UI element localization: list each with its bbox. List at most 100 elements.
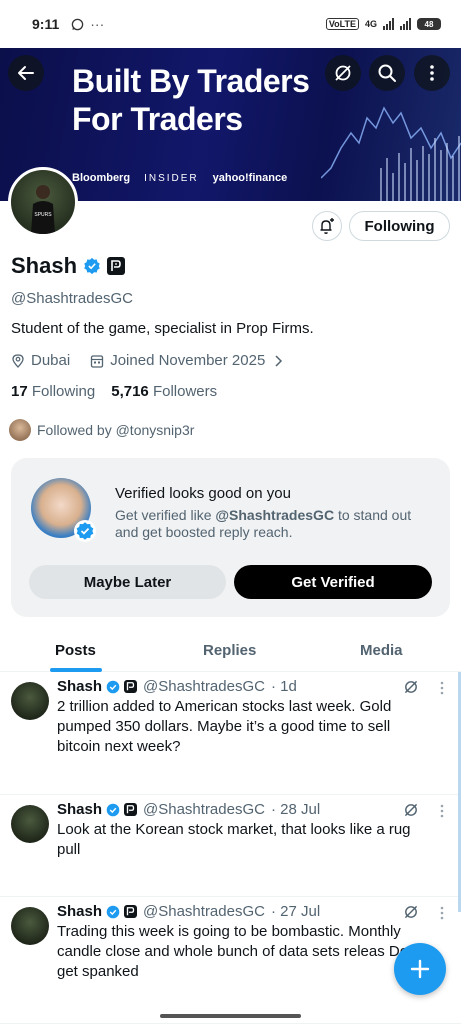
post-header: Shash @ShashtradesGC · 27 Jul <box>57 903 320 920</box>
compose-plus-icon <box>410 959 430 979</box>
compose-button[interactable] <box>394 943 446 995</box>
promo-body-prefix: Get verified like <box>115 507 216 523</box>
maybe-later-button[interactable]: Maybe Later <box>29 565 226 599</box>
followed-by-row[interactable]: Followed by @tonysnip3r <box>9 419 194 441</box>
battery-icon: 48 <box>417 18 441 30</box>
followers-count: 5,716 <box>111 383 149 400</box>
back-arrow-icon <box>18 66 34 80</box>
affiliate-badge-icon <box>124 680 138 693</box>
more-vertical-icon <box>430 65 434 81</box>
tab-replies[interactable]: Replies <box>203 642 256 659</box>
verified-badge-icon <box>106 803 120 816</box>
followed-by-text: Followed by @tonysnip3r <box>37 422 195 438</box>
grok-icon[interactable] <box>403 679 419 695</box>
post-author-name[interactable]: Shash <box>57 678 102 695</box>
banner-logos: Bloomberg INSIDER yahoo!finance <box>72 172 287 184</box>
post-avatar[interactable] <box>11 682 49 720</box>
post-author-handle: @ShashtradesGC <box>143 903 265 920</box>
promo-body-handle: @ShashtradesGC <box>215 507 335 523</box>
calendar-icon <box>91 354 104 368</box>
more-vertical-icon[interactable] <box>440 804 444 818</box>
profile-bio: Student of the game, specialist in Prop … <box>11 320 314 337</box>
banner-headline-line1: Built By Traders <box>72 63 310 99</box>
profile-avatar[interactable]: SPURS <box>8 167 78 237</box>
grok-icon[interactable] <box>403 904 419 920</box>
post-avatar[interactable] <box>11 805 49 843</box>
following-button[interactable]: Following <box>349 211 450 241</box>
followers-label: Followers <box>152 383 218 400</box>
following-link[interactable]: 17 Following <box>11 383 95 400</box>
status-time: 9:11 <box>32 16 60 32</box>
followers-link[interactable]: 5,716 Followers <box>111 383 217 400</box>
following-count: 17 <box>11 383 28 400</box>
profile-name-row: Shash <box>11 253 126 279</box>
status-bar: 9:11 ··· VoLTE 4G 48 <box>0 0 461 48</box>
notifications-button[interactable] <box>312 211 342 241</box>
post-item[interactable]: Shash @ShashtradesGC · 28 Jul Look at th… <box>0 795 461 897</box>
post-time: · 28 Jul <box>270 801 321 818</box>
whatsapp-icon <box>71 18 84 30</box>
grok-icon[interactable] <box>403 802 419 818</box>
banner-logo-yahoo: yahoo!finance <box>212 172 288 184</box>
back-button[interactable] <box>8 55 44 91</box>
home-indicator[interactable] <box>160 1014 301 1018</box>
signal-icon-2 <box>400 18 411 30</box>
affiliate-badge-icon[interactable] <box>107 257 126 275</box>
promo-title: Verified looks good on you <box>115 485 291 502</box>
post-time: · 27 Jul <box>270 903 321 920</box>
profile-meta: Dubai Joined November 2025 <box>11 352 285 369</box>
avatar-person-graphic: SPURS <box>31 185 55 234</box>
verified-badge-icon[interactable] <box>83 257 101 275</box>
banner-headline-line2: For Traders <box>72 101 243 137</box>
post-avatar[interactable] <box>11 907 49 945</box>
search-button[interactable] <box>369 55 405 91</box>
banner-chart-graphic <box>321 106 461 201</box>
post-author-handle: @ShashtradesGC <box>143 801 265 818</box>
search-icon <box>378 64 396 82</box>
banner-logo-insider: INSIDER <box>144 173 199 184</box>
affiliate-badge-icon <box>124 803 138 816</box>
verified-badge-icon <box>74 520 96 542</box>
post-text: 2 trillion added to American stocks last… <box>57 698 392 755</box>
volte-badge: VoLTE <box>325 18 359 30</box>
post-header: Shash @ShashtradesGC · 1d <box>57 678 297 695</box>
chevron-right-icon[interactable] <box>271 354 285 368</box>
following-label: Following <box>31 383 96 400</box>
tab-media[interactable]: Media <box>360 642 403 659</box>
network-type: 4G <box>364 19 377 29</box>
post-author-handle: @ShashtradesGC <box>143 678 265 695</box>
profile-location: Dubai <box>31 352 71 369</box>
more-vertical-icon[interactable] <box>440 681 444 695</box>
post-text: Trading this week is going to be bombast… <box>57 923 424 980</box>
post-author-name[interactable]: Shash <box>57 903 102 920</box>
post-text: Look at the Korean stock market, that lo… <box>57 821 411 858</box>
follower-avatar <box>9 419 31 441</box>
verified-promo-card: Verified looks good on you Get verified … <box>11 458 450 617</box>
post-item[interactable]: Shash @ShashtradesGC · 1d 2 trillion add… <box>0 672 461 795</box>
banner-headline: Built By Traders For Traders <box>72 62 310 138</box>
bell-plus-icon <box>320 218 334 234</box>
profile-counts: 17 Following 5,716 Followers <box>11 383 217 400</box>
grok-icon <box>335 65 351 81</box>
more-vertical-icon[interactable] <box>440 906 444 920</box>
location-icon <box>12 353 24 368</box>
affiliate-badge-icon <box>124 905 138 918</box>
post-time: · 1d <box>270 678 297 695</box>
tab-posts[interactable]: Posts <box>55 642 96 659</box>
more-options-button[interactable] <box>414 55 450 91</box>
post-author-name[interactable]: Shash <box>57 801 102 818</box>
profile-name: Shash <box>11 253 78 278</box>
verified-badge-icon <box>106 905 120 918</box>
profile-joined: Joined November 2025 <box>110 352 266 369</box>
profile-handle: @ShashtradesGC <box>11 290 133 307</box>
profile-tabs: Posts Replies Media <box>0 632 461 672</box>
svg-text:SPURS: SPURS <box>34 212 52 218</box>
banner-logo-bloomberg: Bloomberg <box>72 172 131 184</box>
signal-icon <box>383 18 394 30</box>
grok-button[interactable] <box>325 55 361 91</box>
post-header: Shash @ShashtradesGC · 28 Jul <box>57 801 320 818</box>
verified-badge-icon <box>106 680 120 693</box>
post-item[interactable]: Shash @ShashtradesGC · 27 Jul Trading th… <box>0 897 461 1024</box>
status-more-dots: ··· <box>90 16 105 32</box>
get-verified-button[interactable]: Get Verified <box>234 565 432 599</box>
